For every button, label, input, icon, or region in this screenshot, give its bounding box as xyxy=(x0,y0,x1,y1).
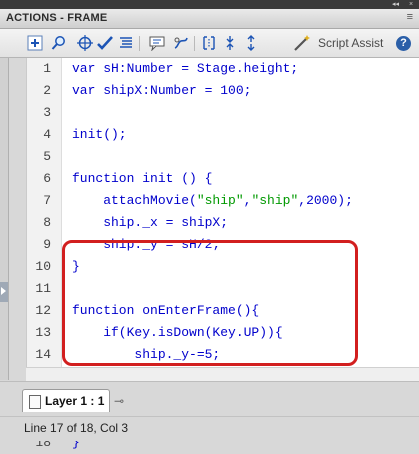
horizontal-scrollbar[interactable] xyxy=(26,367,419,381)
check-syntax-icon[interactable] xyxy=(97,35,113,51)
line-number: 11 xyxy=(35,281,51,296)
code-line[interactable]: var sH:Number = Stage.height; xyxy=(72,58,298,80)
expand-all-icon[interactable] xyxy=(243,35,259,51)
code-token: ship._x = shipX; xyxy=(72,215,229,230)
code-token: var shipX:Number = 100; xyxy=(72,83,252,98)
code-line[interactable]: var shipX:Number = 100; xyxy=(72,80,251,102)
status-bar: Line 17 of 18, Col 3 xyxy=(0,416,419,441)
actions-toolbar: Script Assist ? xyxy=(0,29,419,58)
line-number: 3 xyxy=(43,105,51,120)
cursor-position-status: Line 17 of 18, Col 3 xyxy=(24,421,129,435)
script-page-icon xyxy=(29,395,41,409)
layer-tab-label: Layer 1 : 1 xyxy=(45,394,105,408)
layer-tab[interactable]: Layer 1 : 1 xyxy=(22,389,110,412)
code-token: ,2000); xyxy=(298,193,353,208)
collapse-panel-icon[interactable]: ◂◂ xyxy=(392,0,399,9)
find-icon[interactable] xyxy=(51,35,67,51)
line-number: 2 xyxy=(43,83,51,98)
line-number: 4 xyxy=(43,127,51,142)
string-literal: "ship" xyxy=(196,193,244,208)
line-number: 5 xyxy=(43,149,51,164)
panel-title-bar: ACTIONS - FRAME ≡ xyxy=(0,9,419,29)
pin-script-icon[interactable]: ⊸ xyxy=(114,394,124,408)
auto-format-icon[interactable] xyxy=(118,35,134,51)
magic-wand-icon xyxy=(294,35,310,51)
line-number: 13 xyxy=(35,325,51,340)
line-number: 9 xyxy=(43,237,51,252)
code-line[interactable]: attachMovie("ship","ship",2000); xyxy=(72,190,353,212)
panel-title: ACTIONS - FRAME xyxy=(6,12,108,24)
help-icon[interactable]: ? xyxy=(396,36,411,51)
script-assist-label: Script Assist xyxy=(318,36,384,50)
code-token: var sH:Number = Stage.height; xyxy=(72,61,299,76)
highlight-box xyxy=(62,240,358,366)
arrow-right-icon xyxy=(1,287,6,295)
close-panel-icon[interactable]: × xyxy=(409,0,413,9)
target-path-icon[interactable] xyxy=(77,35,93,51)
add-statement-icon[interactable] xyxy=(27,35,43,51)
left-panel-strip xyxy=(0,58,9,380)
code-line[interactable]: init(); xyxy=(72,124,127,146)
code-token: function init () { xyxy=(72,171,213,186)
line-number: 1 xyxy=(43,61,51,76)
panel-menu-icon[interactable]: ≡ xyxy=(407,11,413,23)
line-number: 6 xyxy=(43,171,51,186)
code-token: attachMovie( xyxy=(72,193,197,208)
debug-options-icon[interactable] xyxy=(173,35,189,51)
expand-toolbox-button[interactable] xyxy=(0,282,8,302)
line-number: 7 xyxy=(43,193,51,208)
toolbar-separator xyxy=(194,36,195,51)
code-token: init(); xyxy=(72,127,127,142)
string-literal: "ship" xyxy=(251,193,299,208)
line-number: 10 xyxy=(35,259,51,274)
code-hint-icon[interactable] xyxy=(149,35,165,51)
script-tab-row: Layer 1 : 1 ⊸ xyxy=(0,381,419,416)
code-line[interactable]: ship._x = shipX; xyxy=(72,212,228,234)
collapse-between-braces-icon[interactable] xyxy=(201,35,217,51)
line-number: 14 xyxy=(35,347,51,362)
line-number: 8 xyxy=(43,215,51,230)
line-number: 12 xyxy=(35,303,51,318)
collapse-selection-icon[interactable] xyxy=(222,35,238,51)
panel-top-strip: ◂◂ × xyxy=(0,0,419,9)
code-line[interactable]: function init () { xyxy=(72,168,212,190)
toolbar-separator xyxy=(139,36,140,51)
